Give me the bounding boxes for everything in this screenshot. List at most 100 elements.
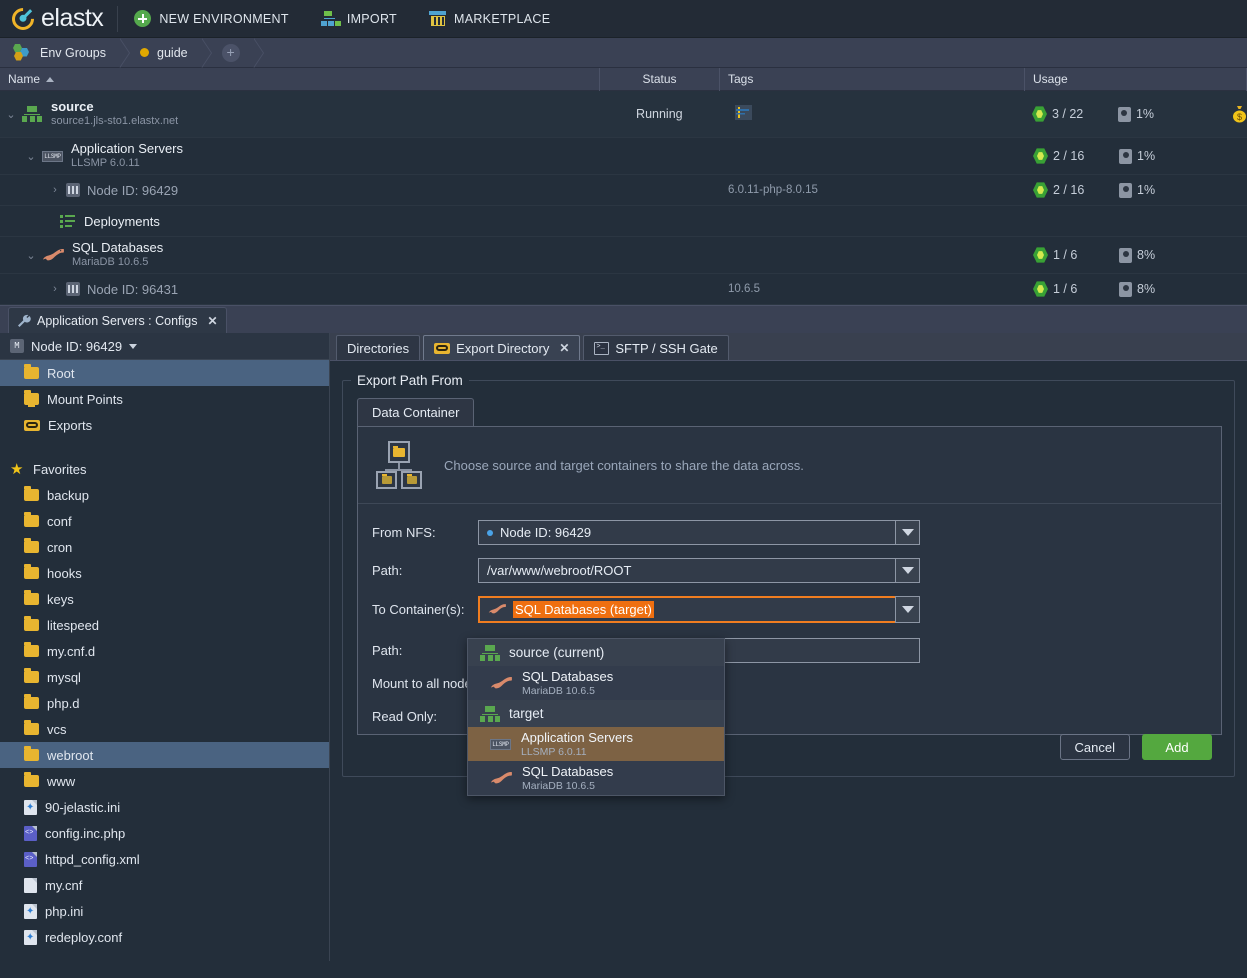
file-item-cron[interactable]: cron [0,534,329,560]
file-item-redeploy-conf[interactable]: redeploy.conf [0,924,329,950]
column-header-status[interactable]: Status [600,68,720,91]
row-title: Application Servers [71,141,183,157]
table-row[interactable]: ⌄ source source1.jls-sto1.elastx.net Run… [0,91,1247,138]
column-header-usage[interactable]: Usage [1025,68,1247,91]
folder-icon [24,697,39,709]
file-item-label: php.ini [45,904,83,919]
file-section-favorites[interactable]: ★Favorites [0,456,329,482]
file-item-root[interactable]: Root [0,360,329,386]
table-row[interactable]: › Node ID: 96431 10.6.5 1 / 6 8% [0,274,1247,305]
file-item-my-cnf-d[interactable]: my.cnf.d [0,638,329,664]
path-from-dropdown-button[interactable] [895,558,920,583]
tab-data-container[interactable]: Data Container [357,398,474,426]
file-item-php-d[interactable]: php.d [0,690,329,716]
add-button[interactable]: Add [1142,734,1212,760]
node-icon [66,282,80,296]
cpu-usage-value: 2 / 16 [1053,149,1087,163]
chevron-right-icon[interactable]: › [44,184,66,196]
banner-text: Choose source and target containers to s… [444,458,804,473]
dropdown-item-sublabel: MariaDB 10.6.5 [522,685,613,698]
dropdown-item-source-sql-databases[interactable]: SQL Databases MariaDB 10.6.5 [468,666,724,700]
from-nfs-input[interactable]: Node ID: 96429 [478,520,895,545]
file-item-backup[interactable]: backup [0,482,329,508]
cpu-usage-icon [1032,106,1047,122]
cpu-usage-value: 3 / 22 [1052,107,1086,121]
file-item-hooks[interactable]: hooks [0,560,329,586]
dropdown-group-target[interactable]: target [468,700,724,727]
file-item-label: vcs [47,722,67,737]
file-list[interactable]: Root Mount Points Exports ★Favorites bac… [0,360,329,961]
brand-logo[interactable]: elastx [0,0,117,38]
file-item-label: backup [47,488,89,503]
column-header-name[interactable]: Name [0,68,600,91]
file-item-www[interactable]: www [0,768,329,794]
table-row[interactable]: › Node ID: 96429 6.0.11-php-8.0.15 2 / 1… [0,175,1247,206]
table-row[interactable]: Deployments [0,206,1247,237]
cancel-button[interactable]: Cancel [1060,734,1130,760]
breadcrumb-item-env-groups[interactable]: Env Groups [0,38,120,68]
file-item-90-jelastic-ini[interactable]: 90-jelastic.ini [0,794,329,820]
dropdown-group-label: target [509,706,544,721]
tab-sftp-ssh-gate[interactable]: SFTP / SSH Gate [583,335,728,360]
chevron-right-icon[interactable]: › [44,283,66,295]
file-item-vcs[interactable]: vcs [0,716,329,742]
brand-name: elastx [41,4,103,33]
to-containers-input[interactable]: SQL Databases (target) [478,596,895,623]
file-item-label: keys [47,592,74,607]
dropdown-item-target-application-servers[interactable]: LLSMP Application Servers LLSMP 6.0.11 [468,727,724,761]
billing-icon[interactable]: $ [1232,106,1247,123]
field-to-containers: To Container(s): SQL Databases (target) [372,596,1209,623]
file-item-httpd-config-xml[interactable]: httpd_config.xml [0,846,329,872]
region-flag-icon [735,111,752,123]
to-containers-dropdown-list[interactable]: source (current) SQL Databases MariaDB 1… [467,638,725,796]
grid-header: Name Status Tags Usage [0,68,1247,91]
file-item-conf[interactable]: conf [0,508,329,534]
path-from-input[interactable]: /var/www/webroot/ROOT [478,558,895,583]
table-row[interactable]: ⌄ SQL Databases MariaDB 10.6.5 1 / 6 8% [0,237,1247,274]
dropdown-item-target-sql-databases[interactable]: SQL Databases MariaDB 10.6.5 [468,761,724,795]
from-nfs-dropdown-button[interactable] [895,520,920,545]
disk-usage-icon [1118,107,1131,122]
close-icon[interactable]: ✕ [559,341,569,355]
import-button[interactable]: IMPORT [305,0,413,38]
tab-directories[interactable]: Directories [336,335,420,360]
file-item-litespeed[interactable]: litespeed [0,612,329,638]
llsmp-icon: LLSMP [42,151,63,162]
export-panel-legend: Export Path From [351,373,469,388]
file-item-exports[interactable]: Exports [0,412,329,438]
file-item-php-ini[interactable]: php.ini [0,898,329,924]
file-item-config-inc-php[interactable]: config.inc.php [0,820,329,846]
to-containers-dropdown-button[interactable] [895,596,920,623]
file-item-label: www [47,774,75,789]
file-item-keys[interactable]: keys [0,586,329,612]
environment-icon [22,106,42,122]
chevron-down-icon[interactable]: ⌄ [0,108,22,121]
close-icon[interactable]: ✕ [208,314,218,328]
file-item-my-cnf[interactable]: my.cnf [0,872,329,898]
row-usage: 1 / 6 8% [1025,247,1247,263]
node-selector[interactable]: M Node ID: 96429 [0,333,329,360]
chevron-down-icon[interactable]: ⌄ [20,150,42,163]
table-row[interactable]: ⌄ LLSMP Application Servers LLSMP 6.0.11… [0,138,1247,175]
chevron-down-icon [902,606,914,613]
star-icon: ★ [10,460,25,478]
dropdown-group-source[interactable]: source (current) [468,639,724,666]
row-name-cell: ⌄ source source1.jls-sto1.elastx.net [0,91,599,137]
file-item-mysql[interactable]: mysql [0,664,329,690]
row-subtitle: MariaDB 10.6.5 [72,256,163,270]
row-title: Node ID: 96431 [87,282,178,297]
file-item-mount-points[interactable]: Mount Points [0,386,329,412]
chevron-down-icon[interactable]: ⌄ [20,249,42,262]
file-item-label: php.d [47,696,80,711]
row-usage: 2 / 16 1% [1025,182,1247,198]
import-icon [321,11,339,26]
column-header-tags[interactable]: Tags [720,68,1025,91]
field-path-from: Path: /var/www/webroot/ROOT [372,558,1209,583]
file-list-spacer [0,438,329,456]
marketplace-button[interactable]: MARKETPLACE [413,0,566,38]
new-environment-button[interactable]: NEW ENVIRONMENT [118,0,305,38]
dock-tab-configs[interactable]: Application Servers : Configs ✕ [8,307,227,333]
tab-export-directory[interactable]: Export Directory ✕ [423,335,580,360]
breadcrumb-item-guide[interactable]: guide [120,38,202,68]
file-item-webroot[interactable]: webroot [0,742,329,768]
